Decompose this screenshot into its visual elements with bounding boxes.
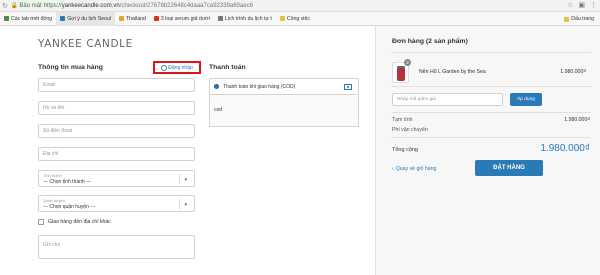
divider xyxy=(391,112,591,113)
divider xyxy=(391,137,591,138)
back-label: Quay về giỏ hàng xyxy=(395,166,437,172)
discount-code-input[interactable]: Nhập mã giảm giá xyxy=(392,93,503,106)
bookmark-item[interactable]: Các tab mới đóng xyxy=(0,12,56,26)
other-address-checkbox[interactable] xyxy=(38,219,44,225)
bookmark-label: Công việc xyxy=(286,15,310,22)
select-divider xyxy=(179,199,180,209)
bookmark-icon xyxy=(60,16,66,21)
star-icon[interactable]: ☆ xyxy=(567,1,573,9)
district-select[interactable]: Quận huyện --- Chọn quận huyện --- ▾ xyxy=(38,195,195,212)
other-address-label: Giao hàng đến địa chỉ khác xyxy=(48,219,111,225)
folder-icon xyxy=(118,16,124,21)
payment-option-cod[interactable]: Thanh toán khi giao hàng (COD) xyxy=(209,78,359,95)
browser-actions: ☆ ▣ ⋮ xyxy=(567,1,597,9)
bookmark-label: Dấu trang xyxy=(571,16,594,22)
checkout-main: YANKEE CANDLE Thông tin mua hàng Đăng nh… xyxy=(0,26,375,275)
bookmark-item[interactable]: Thailand xyxy=(115,12,150,26)
phone-placeholder: Số điện thoại xyxy=(43,128,73,134)
district-label: Quận huyện xyxy=(43,198,65,203)
bookmark-label: Thailand xyxy=(125,15,146,22)
login-link[interactable]: Đăng nhập xyxy=(153,61,201,74)
url-field[interactable]: https://yankeecandle.com.vn/checkout/276… xyxy=(44,3,253,9)
url-path: /checkout/27678b22648c4daaa7ca92339a69ae… xyxy=(119,2,253,9)
chevron-down-icon: ▾ xyxy=(184,202,187,208)
shipping-label: Phí vận chuyển xyxy=(392,127,428,133)
reload-icon[interactable]: ↻ xyxy=(2,2,8,10)
folder-icon xyxy=(279,16,285,21)
bookmark-label: Lịch trình du lịch tự t xyxy=(224,15,272,22)
folder-icon xyxy=(564,16,570,22)
province-value: --- Chọn tỉnh thành --- xyxy=(43,179,92,185)
quantity-badge: 2 xyxy=(404,59,411,66)
bookmark-icon xyxy=(217,16,223,21)
bookmarks-folder-right[interactable]: Dấu trang xyxy=(560,12,598,26)
divider xyxy=(391,52,591,53)
other-address-option[interactable]: Giao hàng đến địa chỉ khác xyxy=(38,219,111,225)
divider xyxy=(391,86,591,87)
payment-title: Thanh toán xyxy=(209,64,246,71)
shipping-row: Phí vận chuyển xyxy=(392,127,592,133)
email-field[interactable]: Email xyxy=(38,78,195,92)
url-host: yankeecandle.com.vn xyxy=(61,2,120,9)
province-select[interactable]: Tỉnh thành --- Chọn tỉnh thành --- ▾ xyxy=(38,170,195,187)
cash-icon xyxy=(344,84,352,90)
phone-field[interactable]: Số điện thoại xyxy=(38,124,195,138)
apply-discount-button[interactable]: Áp dụng xyxy=(510,93,542,106)
secure-label: Bảo mật xyxy=(19,2,42,9)
bookmarks-bar: Các tab mới đóng Gợi ý du lịch Seoul Tha… xyxy=(0,11,600,26)
bookmark-label: Gợi ý du lịch Seoul xyxy=(67,15,111,22)
notes-placeholder: Ghi chú xyxy=(43,242,61,248)
place-order-button[interactable]: ĐẶT HÀNG xyxy=(475,160,543,176)
menu-icon[interactable]: ⋮ xyxy=(590,1,597,9)
province-label: Tỉnh thành xyxy=(43,173,62,178)
subtotal-value: 1.980.000₫ xyxy=(564,117,590,123)
bookmark-icon xyxy=(153,16,159,21)
buyer-info-title: Thông tin mua hàng xyxy=(38,64,103,71)
bookmark-item[interactable]: 3 loại serum giá dưới xyxy=(150,12,214,26)
email-placeholder: Email xyxy=(43,82,56,88)
bookmark-label: Các tab mới đóng xyxy=(11,15,53,22)
url-scheme: https:// xyxy=(43,2,62,9)
nav-buttons: ↻ xyxy=(0,2,8,10)
login-label: Đăng nhập xyxy=(168,64,193,71)
extension-icon[interactable]: ▣ xyxy=(578,1,585,9)
bookmark-label: 3 loại serum giá dưới xyxy=(160,15,210,22)
back-to-cart-link[interactable]: ‹ Quay về giỏ hàng xyxy=(392,166,436,172)
notes-field[interactable]: Ghi chú xyxy=(38,235,195,259)
candle-jar xyxy=(397,68,405,81)
product-price: 1.980.000₫ xyxy=(560,69,586,75)
lock-icon: 🔒 xyxy=(10,3,19,9)
bookmark-item[interactable]: Công việc xyxy=(276,12,314,26)
order-title: Đơn hàng (2 sản phẩm) xyxy=(392,38,468,45)
user-icon xyxy=(161,64,168,71)
secure-indicator[interactable]: 🔒 Bảo mật xyxy=(10,2,42,10)
name-field[interactable]: Họ và tên xyxy=(38,101,195,115)
subtotal-label: Tạm tính xyxy=(392,117,413,123)
name-placeholder: Họ và tên xyxy=(43,105,65,111)
address-field[interactable]: Địa chỉ xyxy=(38,147,195,161)
total-value: 1.980.000₫ xyxy=(540,143,590,154)
bookmark-icon xyxy=(4,16,9,21)
total-label: Tổng cộng xyxy=(392,147,418,153)
address-placeholder: Địa chỉ xyxy=(43,151,59,157)
payment-description: cod xyxy=(209,95,359,127)
chevron-down-icon: ▾ xyxy=(184,177,187,183)
chevron-left-icon: ‹ xyxy=(392,166,394,172)
discount-placeholder: Nhập mã giảm giá xyxy=(397,97,436,102)
district-value: --- Chọn quận huyện --- xyxy=(43,204,96,210)
address-bar: ↻ 🔒 Bảo mật https://yankeecandle.com.vn/… xyxy=(0,0,600,12)
select-divider xyxy=(179,174,180,184)
total-row: Tổng cộng 1.980.000₫ xyxy=(392,143,592,154)
product-name: Nến Hũ L Garden by the Sea xyxy=(419,69,486,75)
order-summary: Đơn hàng (2 sản phẩm) 2 Nến Hũ L Garden … xyxy=(375,26,600,275)
payment-description-text: cod xyxy=(214,107,223,113)
subtotal-row: Tạm tính 1.980.000₫ xyxy=(392,117,592,123)
bookmark-item[interactable]: Gợi ý du lịch Seoul xyxy=(56,11,115,26)
store-logo[interactable]: YANKEE CANDLE xyxy=(38,38,133,50)
payment-radio[interactable] xyxy=(214,84,219,89)
bookmark-item[interactable]: Lịch trình du lịch tự t xyxy=(214,12,276,26)
payment-method-label: Thanh toán khi giao hàng (COD) xyxy=(223,83,296,90)
